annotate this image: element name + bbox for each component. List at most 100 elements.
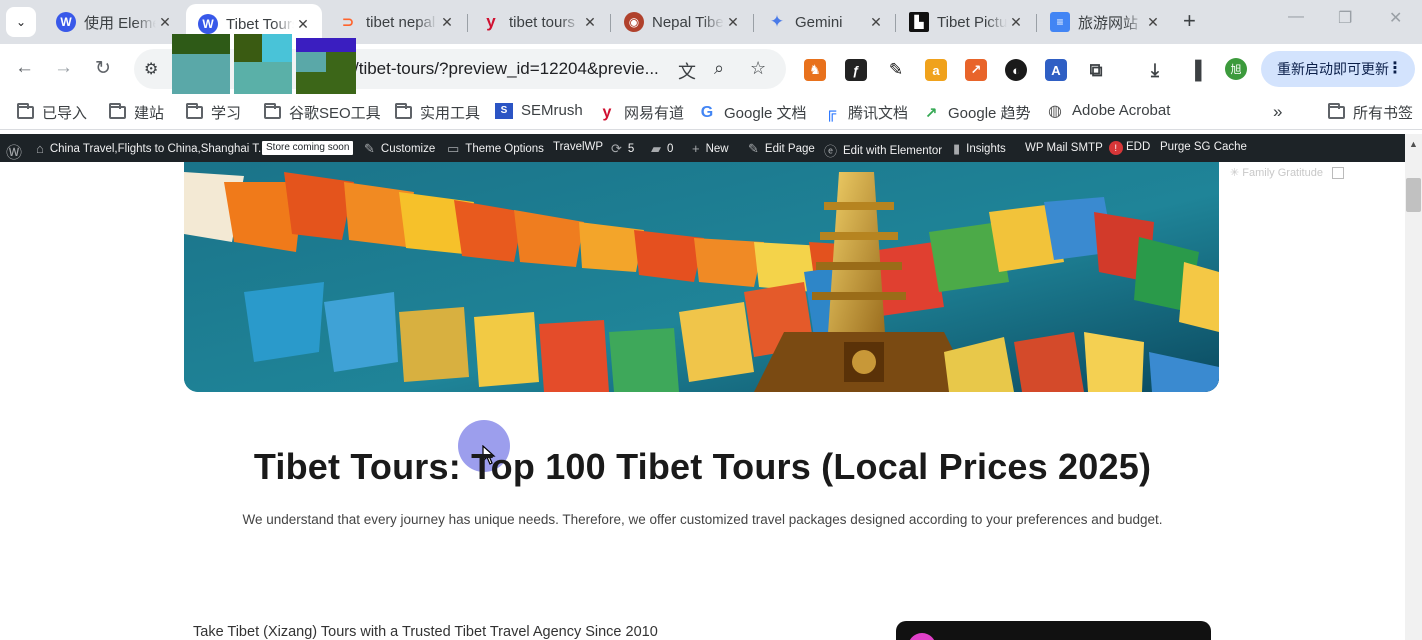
menu-dots-icon[interactable]: ⋮ <box>1387 58 1403 78</box>
comment-icon: ▰ <box>651 141 661 156</box>
bookmark-star-icon[interactable]: ☆ <box>750 58 766 79</box>
extension-sloth-icon[interactable]: ♞ <box>804 59 826 81</box>
tab-7[interactable]: ≡ 旅游网站 ✕ <box>1038 6 1172 38</box>
restore-icon[interactable]: ❐ <box>1338 8 1352 28</box>
admin-updates[interactable]: ⟳ 5 <box>611 141 634 157</box>
admin-purge-cache[interactable]: Purge SG Cache <box>1160 141 1247 153</box>
tab-search-button[interactable]: ⌄ <box>6 7 36 37</box>
bookmark-label: 建站 <box>134 105 165 122</box>
close-icon[interactable]: ✕ <box>156 14 174 31</box>
site-settings-icon[interactable]: ⚙ <box>144 59 158 79</box>
more-bookmarks-chevron-icon[interactable]: » <box>1273 102 1282 122</box>
tab-3[interactable]: y tibet tours ✕ <box>469 6 609 38</box>
admin-site-name[interactable]: ⌂ China Travel,Flights to China,Shanghai… <box>36 141 268 156</box>
extension-a-icon[interactable]: a <box>925 59 947 81</box>
bookmark-folder-all[interactable]: 所有书签 <box>1327 102 1413 123</box>
theme-options-text: Theme Options <box>465 143 544 155</box>
scrollbar-thumb[interactable] <box>1406 178 1421 212</box>
bookmark-acrobat[interactable]: ◍ Adobe Acrobat <box>1046 102 1170 120</box>
admin-edit-elementor[interactable]: ⓔ Edit with Elementor <box>824 141 942 160</box>
extension-eyedropper-icon[interactable]: ✎ <box>885 59 907 81</box>
extension-circle-icon[interactable]: ◐ <box>1005 59 1027 81</box>
redaction-block <box>296 52 326 72</box>
address-url[interactable]: /tibet-tours/?preview_id=12204&previe... <box>354 59 659 79</box>
acrobat-icon: ◍ <box>1048 102 1062 120</box>
admin-customize[interactable]: ✎ Customize <box>364 141 435 157</box>
minimize-icon[interactable]: — <box>1288 8 1304 26</box>
faded-overlay-label: ✳ Family Gratitude <box>1230 166 1345 180</box>
extension-chart-icon[interactable]: ↗ <box>965 59 987 81</box>
tencent-docs-icon: ╔ <box>825 104 837 121</box>
close-icon[interactable]: ✕ <box>1144 14 1162 31</box>
bookmark-label: 已导入 <box>42 105 88 122</box>
avatar[interactable]: 旭 <box>1225 58 1247 80</box>
bookmark-youdao[interactable]: y 网易有道 <box>598 102 684 123</box>
admin-edit-page[interactable]: ✎ Edit Page <box>748 141 815 157</box>
extension-fx-icon[interactable]: ƒ <box>845 59 867 81</box>
redaction-block <box>172 34 230 54</box>
comments-count: 0 <box>667 143 674 155</box>
tab-title: Tibet Tours <box>226 15 294 33</box>
user-icon <box>1332 167 1345 180</box>
avatar <box>908 633 936 640</box>
close-icon[interactable]: ✕ <box>581 14 599 31</box>
admin-wp-mail-smtp[interactable]: WP Mail SMTP ! <box>1025 141 1123 155</box>
scroll-up-arrow-icon[interactable]: ▲ <box>1409 139 1418 149</box>
reload-icon[interactable]: ↻ <box>95 57 111 80</box>
tab-0[interactable]: W 使用 Elementor ✕ <box>44 6 184 38</box>
close-icon[interactable]: ✕ <box>438 14 456 31</box>
bookmark-folder-seo[interactable]: 谷歌SEO工具 <box>263 102 381 123</box>
bookmark-label: 所有书签 <box>1353 105 1414 122</box>
admin-comments[interactable]: ▰ 0 <box>651 141 673 157</box>
folder-icon <box>16 103 34 119</box>
bookmark-semrush[interactable]: S SEMrush <box>495 102 583 119</box>
google-icon: G <box>700 103 714 121</box>
admin-new[interactable]: + New <box>692 141 729 156</box>
translate-icon[interactable]: 文 <box>678 58 696 84</box>
admin-travelwp[interactable]: TravelWP <box>553 141 603 153</box>
bookmark-folder-learn[interactable]: 学习 <box>185 102 241 123</box>
bookmark-folder-imported[interactable]: 已导入 <box>16 102 87 123</box>
close-icon[interactable]: ✕ <box>867 14 885 31</box>
zoom-icon[interactable]: ⌕ <box>714 58 724 79</box>
close-window-icon[interactable]: ✕ <box>1389 8 1402 28</box>
close-icon[interactable]: ✕ <box>294 16 312 33</box>
tab-2[interactable]: ⊃ tibet nepal ✕ <box>326 6 466 38</box>
tab-4[interactable]: ◉ Nepal Tibet ✕ <box>612 6 752 38</box>
bookmark-tencent-docs[interactable]: ╔ 腾讯文档 <box>822 102 908 123</box>
address-bar[interactable]: ⚙ /tibet-tours/?preview_id=12204&previe.… <box>134 49 786 89</box>
tab-5[interactable]: ✦ Gemini ✕ <box>755 6 895 38</box>
tab-separator <box>467 14 468 32</box>
download-icon[interactable]: ⤓ <box>1144 59 1166 81</box>
extensions-puzzle-icon[interactable]: ⧉ <box>1085 59 1107 81</box>
back-arrow-icon[interactable]: ← <box>15 57 34 79</box>
page-content: ✳ Family Gratitude Tibet Tours: Top 100 … <box>0 162 1405 640</box>
wp-admin-bar: Ⓦ ⌂ China Travel,Flights to China,Shangh… <box>0 134 1405 162</box>
redaction-block <box>296 38 356 52</box>
new-tab-plus-icon[interactable]: + <box>1183 9 1196 33</box>
admin-theme-options[interactable]: ▭ Theme Options <box>447 141 544 157</box>
tab-title: 使用 Elementor <box>84 14 156 32</box>
tab-separator <box>753 14 754 32</box>
wordpress-logo-icon[interactable]: Ⓦ <box>6 139 22 163</box>
forward-arrow-icon[interactable]: → <box>54 57 73 79</box>
admin-insights[interactable]: ▮ Insights <box>953 141 1006 157</box>
bookmark-folder-tools[interactable]: 实用工具 <box>394 102 480 123</box>
pencil-icon: ✎ <box>748 141 759 156</box>
close-icon[interactable]: ✕ <box>1007 14 1025 31</box>
bookmark-google-docs[interactable]: G Google 文档 <box>698 102 807 123</box>
tab-6[interactable]: ▙ Tibet Pictures ✕ <box>897 6 1035 38</box>
admin-edd[interactable]: EDD <box>1126 141 1150 153</box>
bookmark-folder-build[interactable]: 建站 <box>108 102 164 123</box>
youdao-icon: y <box>602 103 612 121</box>
tab-title: tibet nepal <box>366 13 436 31</box>
extension-translate-icon[interactable]: A <box>1045 59 1067 81</box>
update-relaunch-button[interactable]: 重新启动即可更新 ⋮ <box>1261 51 1415 87</box>
side-panel-icon[interactable]: ▐ <box>1184 59 1206 81</box>
folder-icon <box>1327 103 1345 119</box>
folder-icon <box>263 103 281 119</box>
dark-card[interactable] <box>896 621 1211 640</box>
bookmark-google-trends[interactable]: ↗ Google 趋势 <box>922 102 1031 123</box>
wordpress-icon: W <box>56 12 76 32</box>
close-icon[interactable]: ✕ <box>724 14 742 31</box>
